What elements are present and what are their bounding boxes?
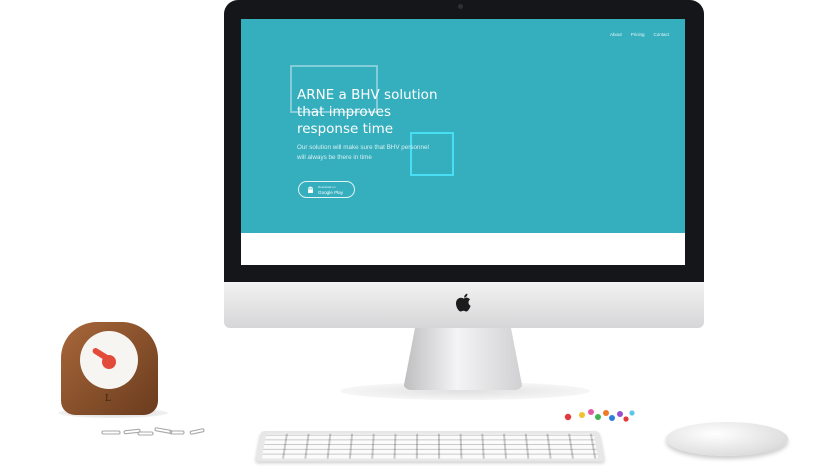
store-button-text: Download on Google Play xyxy=(318,185,343,195)
imac-chin xyxy=(224,282,704,328)
clock-face xyxy=(80,331,138,389)
workspace-scene: About Pricing Contact ARNE a BHV solutio… xyxy=(0,0,818,470)
nav-link-pricing[interactable]: Pricing xyxy=(631,32,645,37)
store-button-label: Google Play xyxy=(318,190,343,195)
apple-logo-icon xyxy=(455,293,473,314)
hero-subtitle: Our solution will make sure that BHV per… xyxy=(297,143,477,163)
clock-brand-mark: L xyxy=(105,394,111,404)
site-nav: About Pricing Contact xyxy=(610,32,669,37)
wooden-clock: L xyxy=(61,322,158,415)
camera-dot xyxy=(458,4,463,9)
keyboard-keys xyxy=(262,434,599,459)
imac-display: About Pricing Contact ARNE a BHV solutio… xyxy=(224,0,704,282)
imac-stand xyxy=(403,328,523,390)
keyboard xyxy=(255,431,605,461)
android-icon xyxy=(307,186,314,194)
website-screen: About Pricing Contact ARNE a BHV solutio… xyxy=(241,19,685,265)
clock-hand-icon xyxy=(102,355,116,369)
hero-section: About Pricing Contact ARNE a BHV solutio… xyxy=(241,19,685,233)
hero-title: ARNE a BHV solution that improves respon… xyxy=(297,87,497,138)
paperclips xyxy=(100,425,210,439)
google-play-button[interactable]: Download on Google Play xyxy=(298,181,355,198)
candies xyxy=(560,405,640,427)
magic-mouse xyxy=(666,422,788,456)
nav-link-contact[interactable]: Contact xyxy=(653,32,669,37)
nav-link-about[interactable]: About xyxy=(610,32,622,37)
